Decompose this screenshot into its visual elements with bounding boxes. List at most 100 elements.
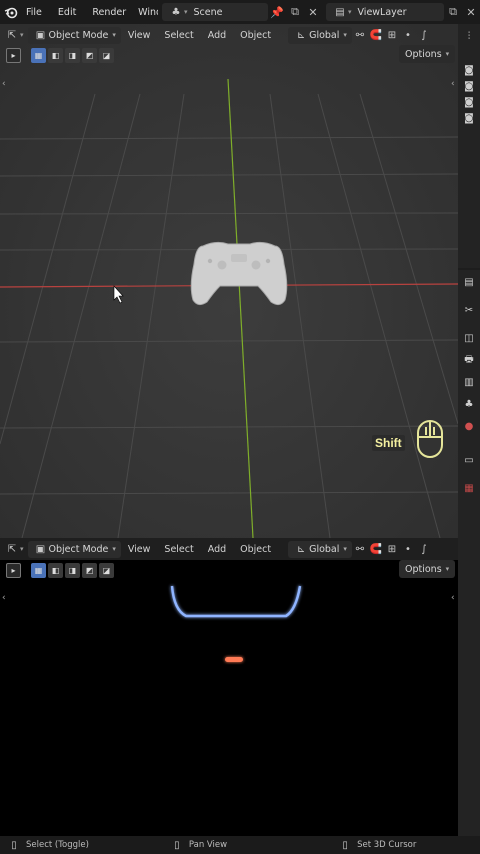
orientation-dropdown[interactable]: ⊾ Global ▾ <box>288 26 352 44</box>
editor-type-icon[interactable]: ⇱ <box>4 27 20 43</box>
new-scene-icon[interactable]: ⧉ <box>286 3 304 21</box>
chevron-down-icon: ▾ <box>112 31 116 39</box>
menu-view[interactable]: View <box>121 544 158 555</box>
bottom-tool-row: ▸ ▦ ◧ ◨ ◩ ◪ <box>6 561 116 579</box>
menu-select[interactable]: Select <box>157 30 200 41</box>
pin-icon[interactable]: 📌 <box>268 3 286 21</box>
pivot-icon[interactable]: ⚯ <box>352 541 368 557</box>
svg-text:‹: ‹ <box>2 79 6 89</box>
camera-icon[interactable]: ◙ <box>461 62 477 78</box>
options-dropdown[interactable]: Options ▾ <box>399 45 456 63</box>
status-right-label: Set 3D Cursor <box>357 840 417 850</box>
viewport-top-header: ⇱ ▾ ▣ Object Mode ▾ View Select Add Obje… <box>0 24 458 46</box>
mode-label: Object Mode <box>48 29 109 41</box>
view-layer-properties-icon[interactable]: ▥ <box>461 374 477 390</box>
mode-label: Object Mode <box>48 543 109 555</box>
editor-type-icon[interactable]: ⇱ <box>4 541 20 557</box>
output-properties-icon[interactable]: 🖶 <box>461 352 477 368</box>
snap-icon[interactable]: 🧲 <box>368 541 384 557</box>
camera-icon[interactable]: ◙ <box>461 78 477 94</box>
select-new-icon[interactable]: ▦ <box>31 562 46 578</box>
proportional-edit-icon[interactable]: • <box>400 27 416 43</box>
toolbar-toggle-icon[interactable]: ▸ <box>6 47 21 63</box>
select-subtract-icon[interactable]: ◨ <box>65 47 80 63</box>
view-layer-name: ViewLayer <box>357 6 407 18</box>
select-invert-icon[interactable]: ◩ <box>82 562 97 578</box>
select-new-icon[interactable]: ▦ <box>31 47 46 63</box>
menu-view[interactable]: View <box>121 30 158 41</box>
collection-properties-icon[interactable]: ▭ <box>461 452 477 468</box>
top-menu-bar: File Edit Render Windov ♣ ▾ Scene 📌 ⧉ ✕ … <box>0 0 480 24</box>
tool-settings-icon[interactable]: ✂ <box>461 302 477 318</box>
close-icon[interactable]: ✕ <box>304 3 322 21</box>
snap-icon[interactable]: 🧲 <box>368 27 384 43</box>
viewport-grid: ‹ ‹ <box>0 24 458 538</box>
chevron-down-icon: ▾ <box>343 545 347 553</box>
falloff-icon[interactable]: ∫ <box>416 541 432 557</box>
blender-logo-icon[interactable] <box>4 3 18 21</box>
object-mode-icon: ▣ <box>35 543 46 555</box>
select-intersect-icon[interactable]: ◪ <box>99 47 114 63</box>
camera-icon[interactable]: ◙ <box>461 94 477 110</box>
camera-icon[interactable]: ◙ <box>461 110 477 126</box>
mouse-right-icon: ▯ <box>342 839 348 851</box>
orientation-label: Global <box>309 543 340 555</box>
menu-add[interactable]: Add <box>201 30 233 41</box>
orientation-dropdown[interactable]: ⊾ Global ▾ <box>288 540 352 558</box>
object-mode-icon: ▣ <box>35 29 46 41</box>
select-invert-icon[interactable]: ◩ <box>82 47 97 63</box>
svg-text:‹: ‹ <box>2 593 6 603</box>
chevron-down-icon: ▾ <box>445 50 450 58</box>
outliner-filter-icon[interactable]: ⫶ <box>461 28 477 44</box>
toolbar-toggle-icon[interactable]: ▸ <box>6 562 21 578</box>
3d-viewport-top[interactable]: ‹ ‹ <box>0 24 458 538</box>
scene-name: Scene <box>193 6 223 18</box>
properties-editor-icon[interactable]: ▤ <box>461 274 477 290</box>
snap-increment-icon[interactable]: ⊞ <box>384 27 400 43</box>
falloff-icon[interactable]: ∫ <box>416 27 432 43</box>
options-label: Options <box>405 563 442 575</box>
select-extend-icon[interactable]: ◧ <box>48 562 63 578</box>
menu-edit[interactable]: Edit <box>50 7 84 18</box>
menu-object[interactable]: Object <box>233 30 278 41</box>
select-extend-icon[interactable]: ◧ <box>48 47 63 63</box>
select-subtract-icon[interactable]: ◨ <box>65 562 80 578</box>
mouse-left-icon: ▯ <box>11 839 17 851</box>
transform-orientation-icon: ⊾ <box>296 543 306 555</box>
svg-text:‹: ‹ <box>451 79 455 89</box>
proportional-edit-icon[interactable]: • <box>400 541 416 557</box>
texture-properties-icon[interactable]: ▦ <box>461 480 477 496</box>
menu-render[interactable]: Render <box>84 7 134 18</box>
status-bar: ▯ Select (Toggle) ▯ Pan View ▯ Set 3D Cu… <box>0 836 480 854</box>
object-mode-dropdown[interactable]: ▣ Object Mode ▾ <box>27 26 121 44</box>
options-dropdown[interactable]: Options ▾ <box>399 560 456 578</box>
pivot-icon[interactable]: ⚯ <box>352 27 368 43</box>
scene-properties-icon[interactable]: ♣ <box>461 396 477 412</box>
mouse-middle-icon: ▯ <box>174 839 180 851</box>
scene-icon: ♣ <box>171 6 181 18</box>
menu-window[interactable]: Windov <box>134 7 158 18</box>
menu-file[interactable]: File <box>18 7 50 18</box>
properties-tab-strip: ▤ ✂ ◫ 🖶 ▥ ♣ ● ▭ ▦ <box>458 270 480 836</box>
menu-add[interactable]: Add <box>201 544 233 555</box>
render-properties-icon[interactable]: ◫ <box>461 330 477 346</box>
outliner-strip: ⫶ ◙ ◙ ◙ ◙ <box>458 24 480 268</box>
snap-increment-icon[interactable]: ⊞ <box>384 541 400 557</box>
3d-viewport-bottom[interactable]: ‹ ‹ <box>0 540 458 836</box>
object-mode-dropdown[interactable]: ▣ Object Mode ▾ <box>27 540 121 558</box>
scene-selector[interactable]: ♣ ▾ Scene <box>162 3 268 21</box>
status-middle: ▯ Pan View <box>169 837 227 853</box>
status-left-label: Select (Toggle) <box>26 840 89 850</box>
shift-key-overlay: Shift <box>372 435 405 451</box>
menu-object[interactable]: Object <box>233 544 278 555</box>
status-right: ▯ Set 3D Cursor <box>337 837 416 853</box>
select-intersect-icon[interactable]: ◪ <box>99 562 114 578</box>
new-view-layer-icon[interactable]: ⧉ <box>444 3 462 21</box>
chevron-down-icon: ▾ <box>184 8 188 16</box>
chevron-down-icon: ▾ <box>343 31 347 39</box>
close-icon[interactable]: ✕ <box>462 3 480 21</box>
view-layer-selector[interactable]: ▤ ▾ ViewLayer <box>326 3 444 21</box>
render-layers-icon: ▤ <box>335 6 345 18</box>
world-properties-icon[interactable]: ● <box>461 418 477 434</box>
menu-select[interactable]: Select <box>157 544 200 555</box>
